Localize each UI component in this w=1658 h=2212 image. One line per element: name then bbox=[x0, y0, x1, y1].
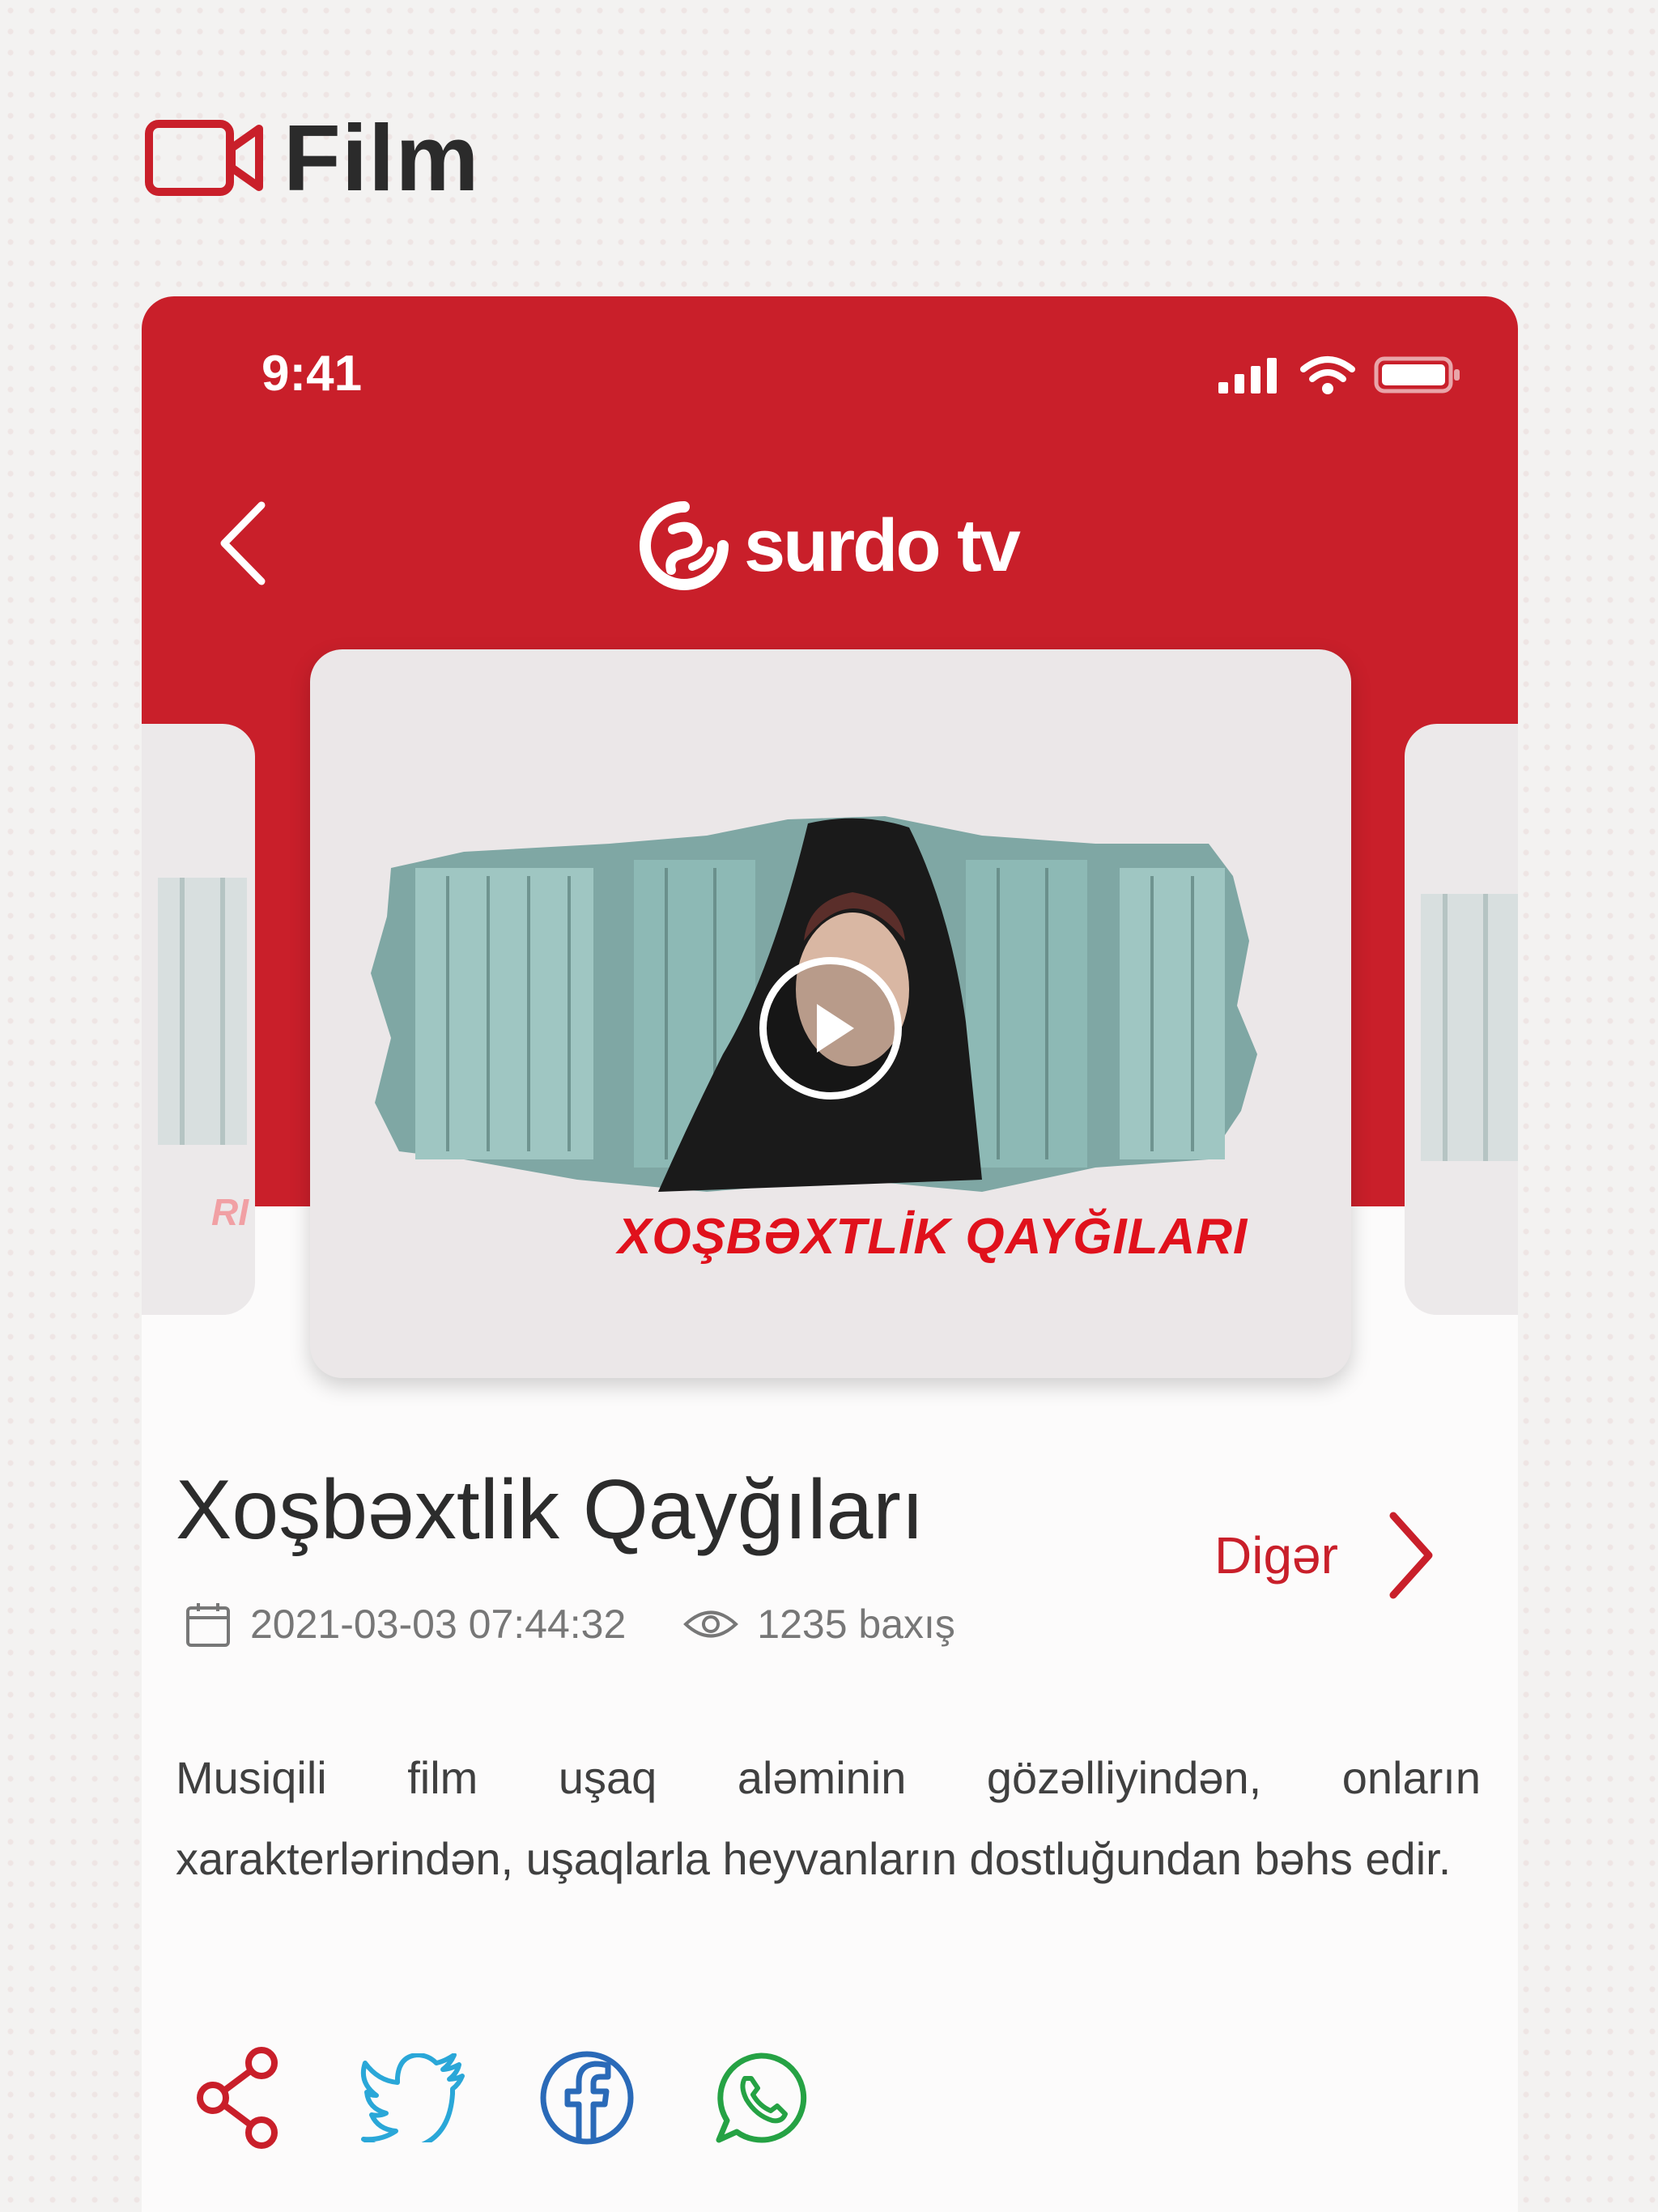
play-button[interactable] bbox=[759, 957, 902, 1100]
logo-text: surdo tv bbox=[744, 504, 1021, 587]
twitter-share-button[interactable] bbox=[360, 2045, 466, 2150]
poster-title: XOŞBƏXTLİK QAYĞILARI bbox=[618, 1209, 1248, 1265]
share-button[interactable] bbox=[186, 2045, 291, 2150]
more-link[interactable]: Digər bbox=[1214, 1511, 1435, 1600]
featured-film-card[interactable]: XOŞBƏXTLİK QAYĞILARI bbox=[310, 649, 1351, 1378]
section-header: Film bbox=[144, 105, 479, 211]
facebook-icon bbox=[540, 2051, 634, 2145]
facebook-share-button[interactable] bbox=[534, 2045, 640, 2150]
whatsapp-icon bbox=[716, 2052, 807, 2143]
carousel-next-card[interactable] bbox=[1405, 724, 1518, 1315]
play-icon bbox=[817, 1004, 854, 1053]
share-row bbox=[186, 2045, 882, 2150]
status-bar: 9:41 bbox=[142, 345, 1518, 410]
status-time: 9:41 bbox=[261, 346, 363, 402]
status-icons bbox=[1217, 355, 1463, 395]
phone-screen: 9:41 surdo tv RI XOŞBƏXTLİK QAYĞILARI Xo… bbox=[142, 296, 1518, 2212]
signal-icon bbox=[1218, 358, 1277, 393]
views-label: 1235 baxış bbox=[757, 1602, 955, 1647]
chevron-right-icon bbox=[1389, 1512, 1433, 1599]
surdo-logo-mark-icon bbox=[640, 501, 729, 590]
whatsapp-share-button[interactable] bbox=[708, 2045, 814, 2150]
section-title: Film bbox=[283, 105, 480, 211]
eye-icon bbox=[683, 1610, 739, 1638]
wifi-icon bbox=[1300, 356, 1355, 394]
film-meta: 2021-03-03 07:44:32 1235 baxış bbox=[184, 1600, 955, 1648]
chevron-left-icon bbox=[220, 501, 266, 585]
video-camera-icon bbox=[145, 120, 263, 196]
carousel-prev-card[interactable]: RI bbox=[142, 724, 255, 1315]
more-label: Digər bbox=[1214, 1526, 1338, 1585]
twitter-icon bbox=[360, 2053, 465, 2142]
surdo-tv-logo: surdo tv bbox=[636, 497, 1021, 594]
view-count: 1235 baxış bbox=[682, 1601, 955, 1648]
app-bar: surdo tv bbox=[142, 491, 1518, 596]
next-thumbnail bbox=[1421, 894, 1518, 1161]
prev-thumbnail bbox=[158, 878, 247, 1145]
film-date: 2021-03-03 07:44:32 bbox=[250, 1602, 627, 1647]
battery-icon bbox=[1374, 356, 1460, 393]
share-icon bbox=[197, 2047, 278, 2149]
prev-card-label: RI bbox=[211, 1191, 249, 1233]
film-description: Musiqili film uşaq aləminin gözəlliyində… bbox=[176, 1752, 1481, 1884]
calendar-icon bbox=[186, 1603, 230, 1647]
back-button[interactable] bbox=[198, 491, 287, 596]
film-title: Xoşbəxtlik Qayğıları bbox=[176, 1463, 925, 1557]
